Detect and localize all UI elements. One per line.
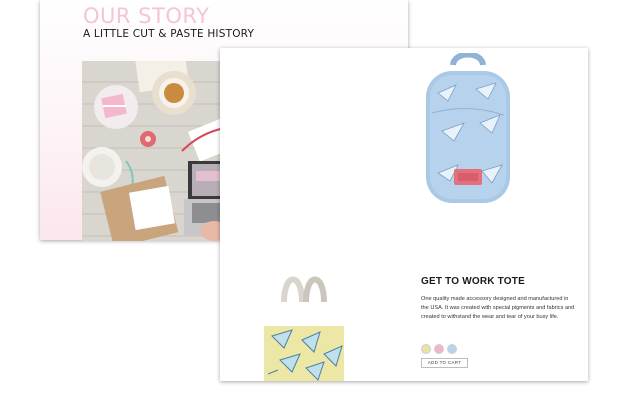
product-name: GET TO WORK TOTE <box>421 276 525 287</box>
product-card: GET TO WORK TOTE One quality made access… <box>220 48 588 381</box>
add-to-cart-button[interactable]: ADD TO CART <box>421 358 468 368</box>
swatch-yellow[interactable] <box>421 344 431 354</box>
backpack-image[interactable] <box>418 53 518 209</box>
swatch-blue[interactable] <box>447 344 457 354</box>
product-description: One quality made accessory designed and … <box>421 296 575 320</box>
color-swatches <box>421 344 457 354</box>
swatch-pink[interactable] <box>434 344 444 354</box>
story-subtitle: A LITTLE CUT & PASTE HISTORY <box>83 28 255 40</box>
story-title: OUR STORY <box>83 4 210 28</box>
tote-bag-image[interactable] <box>262 274 346 381</box>
